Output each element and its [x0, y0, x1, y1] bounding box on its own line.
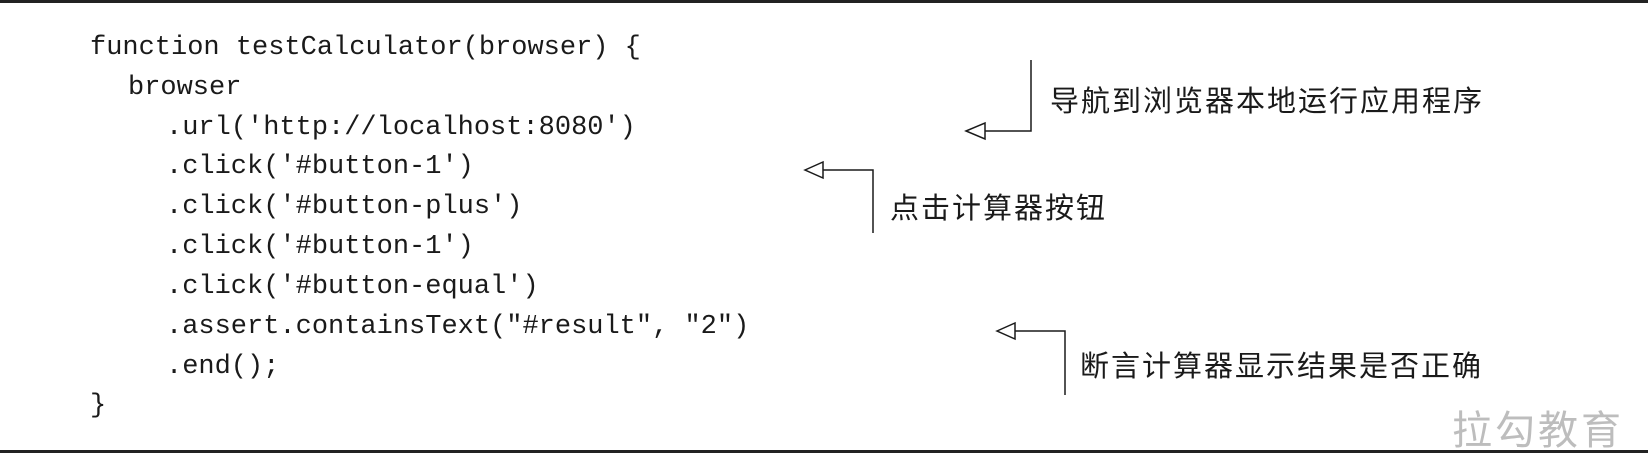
callout-connector-click-buttons: [803, 160, 874, 233]
callout-connector-navigate: [964, 60, 1032, 141]
callout-connectors: [803, 60, 1066, 395]
annotation-navigate: 导航到浏览器本地运行应用程序: [1050, 84, 1485, 118]
code-listing-figure: function testCalculator(browser) { brows…: [0, 0, 1648, 455]
callout-connector-assert-result: [995, 321, 1066, 395]
annotation-click-buttons: 点击计算器按钮: [890, 191, 1108, 225]
bottom-rule: [0, 450, 1648, 453]
watermark-logo: 拉勾教育: [1452, 408, 1624, 454]
annotation-assert-result: 断言计算器显示结果是否正确: [1080, 349, 1484, 383]
